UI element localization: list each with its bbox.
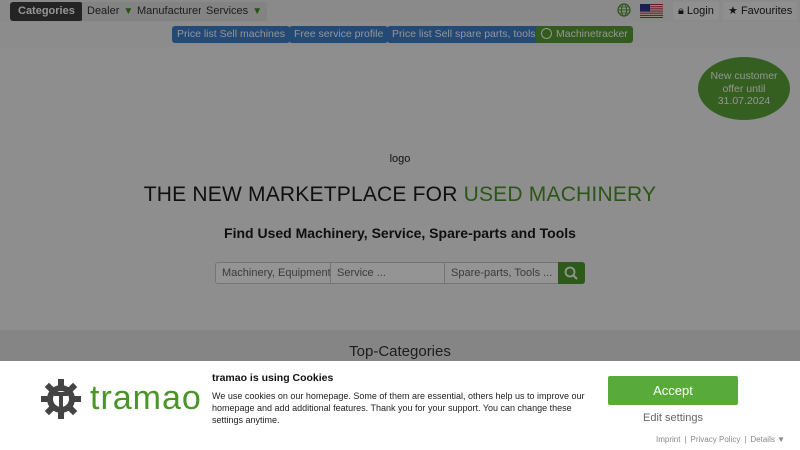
cookie-title: tramao is using Cookies <box>212 372 334 384</box>
gear-icon <box>41 379 81 419</box>
brand-wordmark: tramao <box>90 379 202 417</box>
accept-cookies-button[interactable]: Accept <box>608 376 738 405</box>
details-link[interactable]: Details ▼ <box>750 435 785 444</box>
cookie-footer-links: Imprint | Privacy Policy | Details ▼ <box>656 435 785 444</box>
tramao-logo: tramao <box>40 378 202 420</box>
cookie-description: We use cookies on our homepage. Some of … <box>212 391 585 425</box>
privacy-policy-link[interactable]: Privacy Policy <box>691 435 741 444</box>
edit-settings-link[interactable]: Edit settings <box>608 412 738 424</box>
imprint-link[interactable]: Imprint <box>656 435 680 444</box>
